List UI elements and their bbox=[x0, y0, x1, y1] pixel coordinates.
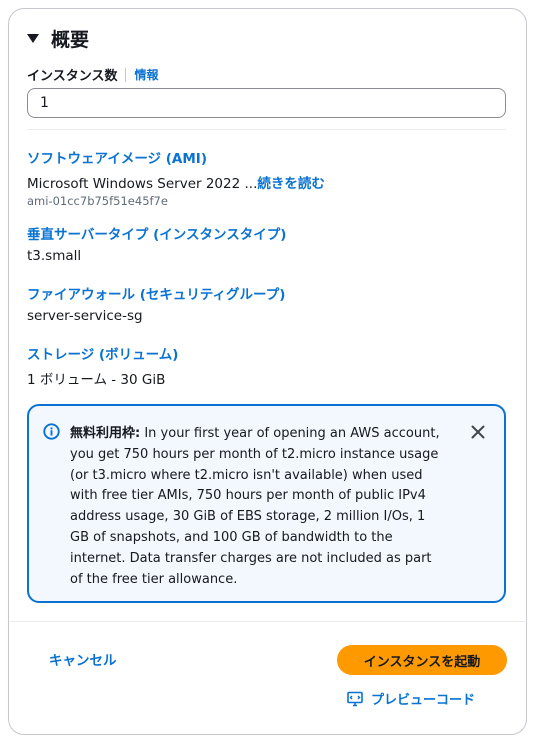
label-separator bbox=[125, 67, 127, 82]
storage-section: ストレージ (ボリューム) 1 ボリューム - 30 GiB bbox=[27, 343, 178, 388]
info-link[interactable]: 情報 bbox=[134, 66, 158, 83]
alert-text: 無料利用枠: In your first year of opening an … bbox=[70, 424, 440, 590]
ami-section: ソフトウェアイメージ (AMI) Microsoft Windows Serve… bbox=[27, 147, 325, 208]
preview-code-icon bbox=[347, 691, 363, 706]
preview-code-link[interactable]: プレビューコード bbox=[347, 689, 475, 708]
summary-header[interactable]: 概要 bbox=[27, 25, 89, 52]
instance-count-label-row: インスタンス数 情報 bbox=[27, 65, 159, 84]
firewall-value: server-service-sg bbox=[27, 308, 143, 324]
instance-type-section: 垂直サーバータイプ (インスタンスタイプ) t3.small bbox=[27, 223, 286, 264]
ami-title-link[interactable]: ソフトウェアイメージ (AMI) bbox=[27, 147, 325, 167]
cancel-button[interactable]: キャンセル bbox=[49, 649, 117, 669]
instance-type-title-link[interactable]: 垂直サーバータイプ (インスタンスタイプ) bbox=[27, 223, 286, 243]
divider bbox=[27, 129, 506, 130]
preview-code-label: プレビューコード bbox=[371, 693, 476, 708]
read-more-link[interactable]: 続きを読む bbox=[257, 176, 325, 192]
free-tier-alert: 無料利用枠: In your first year of opening an … bbox=[27, 404, 506, 603]
instance-count-input[interactable] bbox=[27, 88, 506, 118]
firewall-section: ファイアウォール (セキュリティグループ) server-service-sg bbox=[27, 283, 285, 324]
storage-value: 1 ボリューム - 30 GiB bbox=[27, 372, 166, 388]
info-icon bbox=[43, 423, 60, 440]
close-icon[interactable] bbox=[470, 424, 486, 440]
ami-id: ami-01cc7b75f51e45f7e bbox=[27, 194, 168, 208]
caret-down-icon[interactable] bbox=[27, 34, 39, 43]
footer-divider bbox=[10, 621, 527, 622]
instance-type-value: t3.small bbox=[27, 248, 82, 264]
firewall-title-link[interactable]: ファイアウォール (セキュリティグループ) bbox=[27, 283, 285, 303]
summary-panel: 概要 インスタンス数 情報 ソフトウェアイメージ (AMI) Microsoft… bbox=[8, 8, 527, 735]
ami-value: Microsoft Windows Server 2022 ...続きを読む bbox=[27, 172, 325, 192]
launch-instance-button[interactable]: インスタンスを起動 bbox=[337, 645, 507, 675]
summary-title: 概要 bbox=[51, 29, 90, 51]
ami-name: Microsoft Windows Server 2022 ... bbox=[27, 176, 258, 192]
alert-body: In your first year of opening an AWS acc… bbox=[70, 426, 440, 587]
instance-count-label: インスタンス数 bbox=[27, 69, 118, 84]
alert-heading: 無料利用枠: bbox=[70, 426, 141, 441]
storage-title-link[interactable]: ストレージ (ボリューム) bbox=[27, 343, 178, 363]
